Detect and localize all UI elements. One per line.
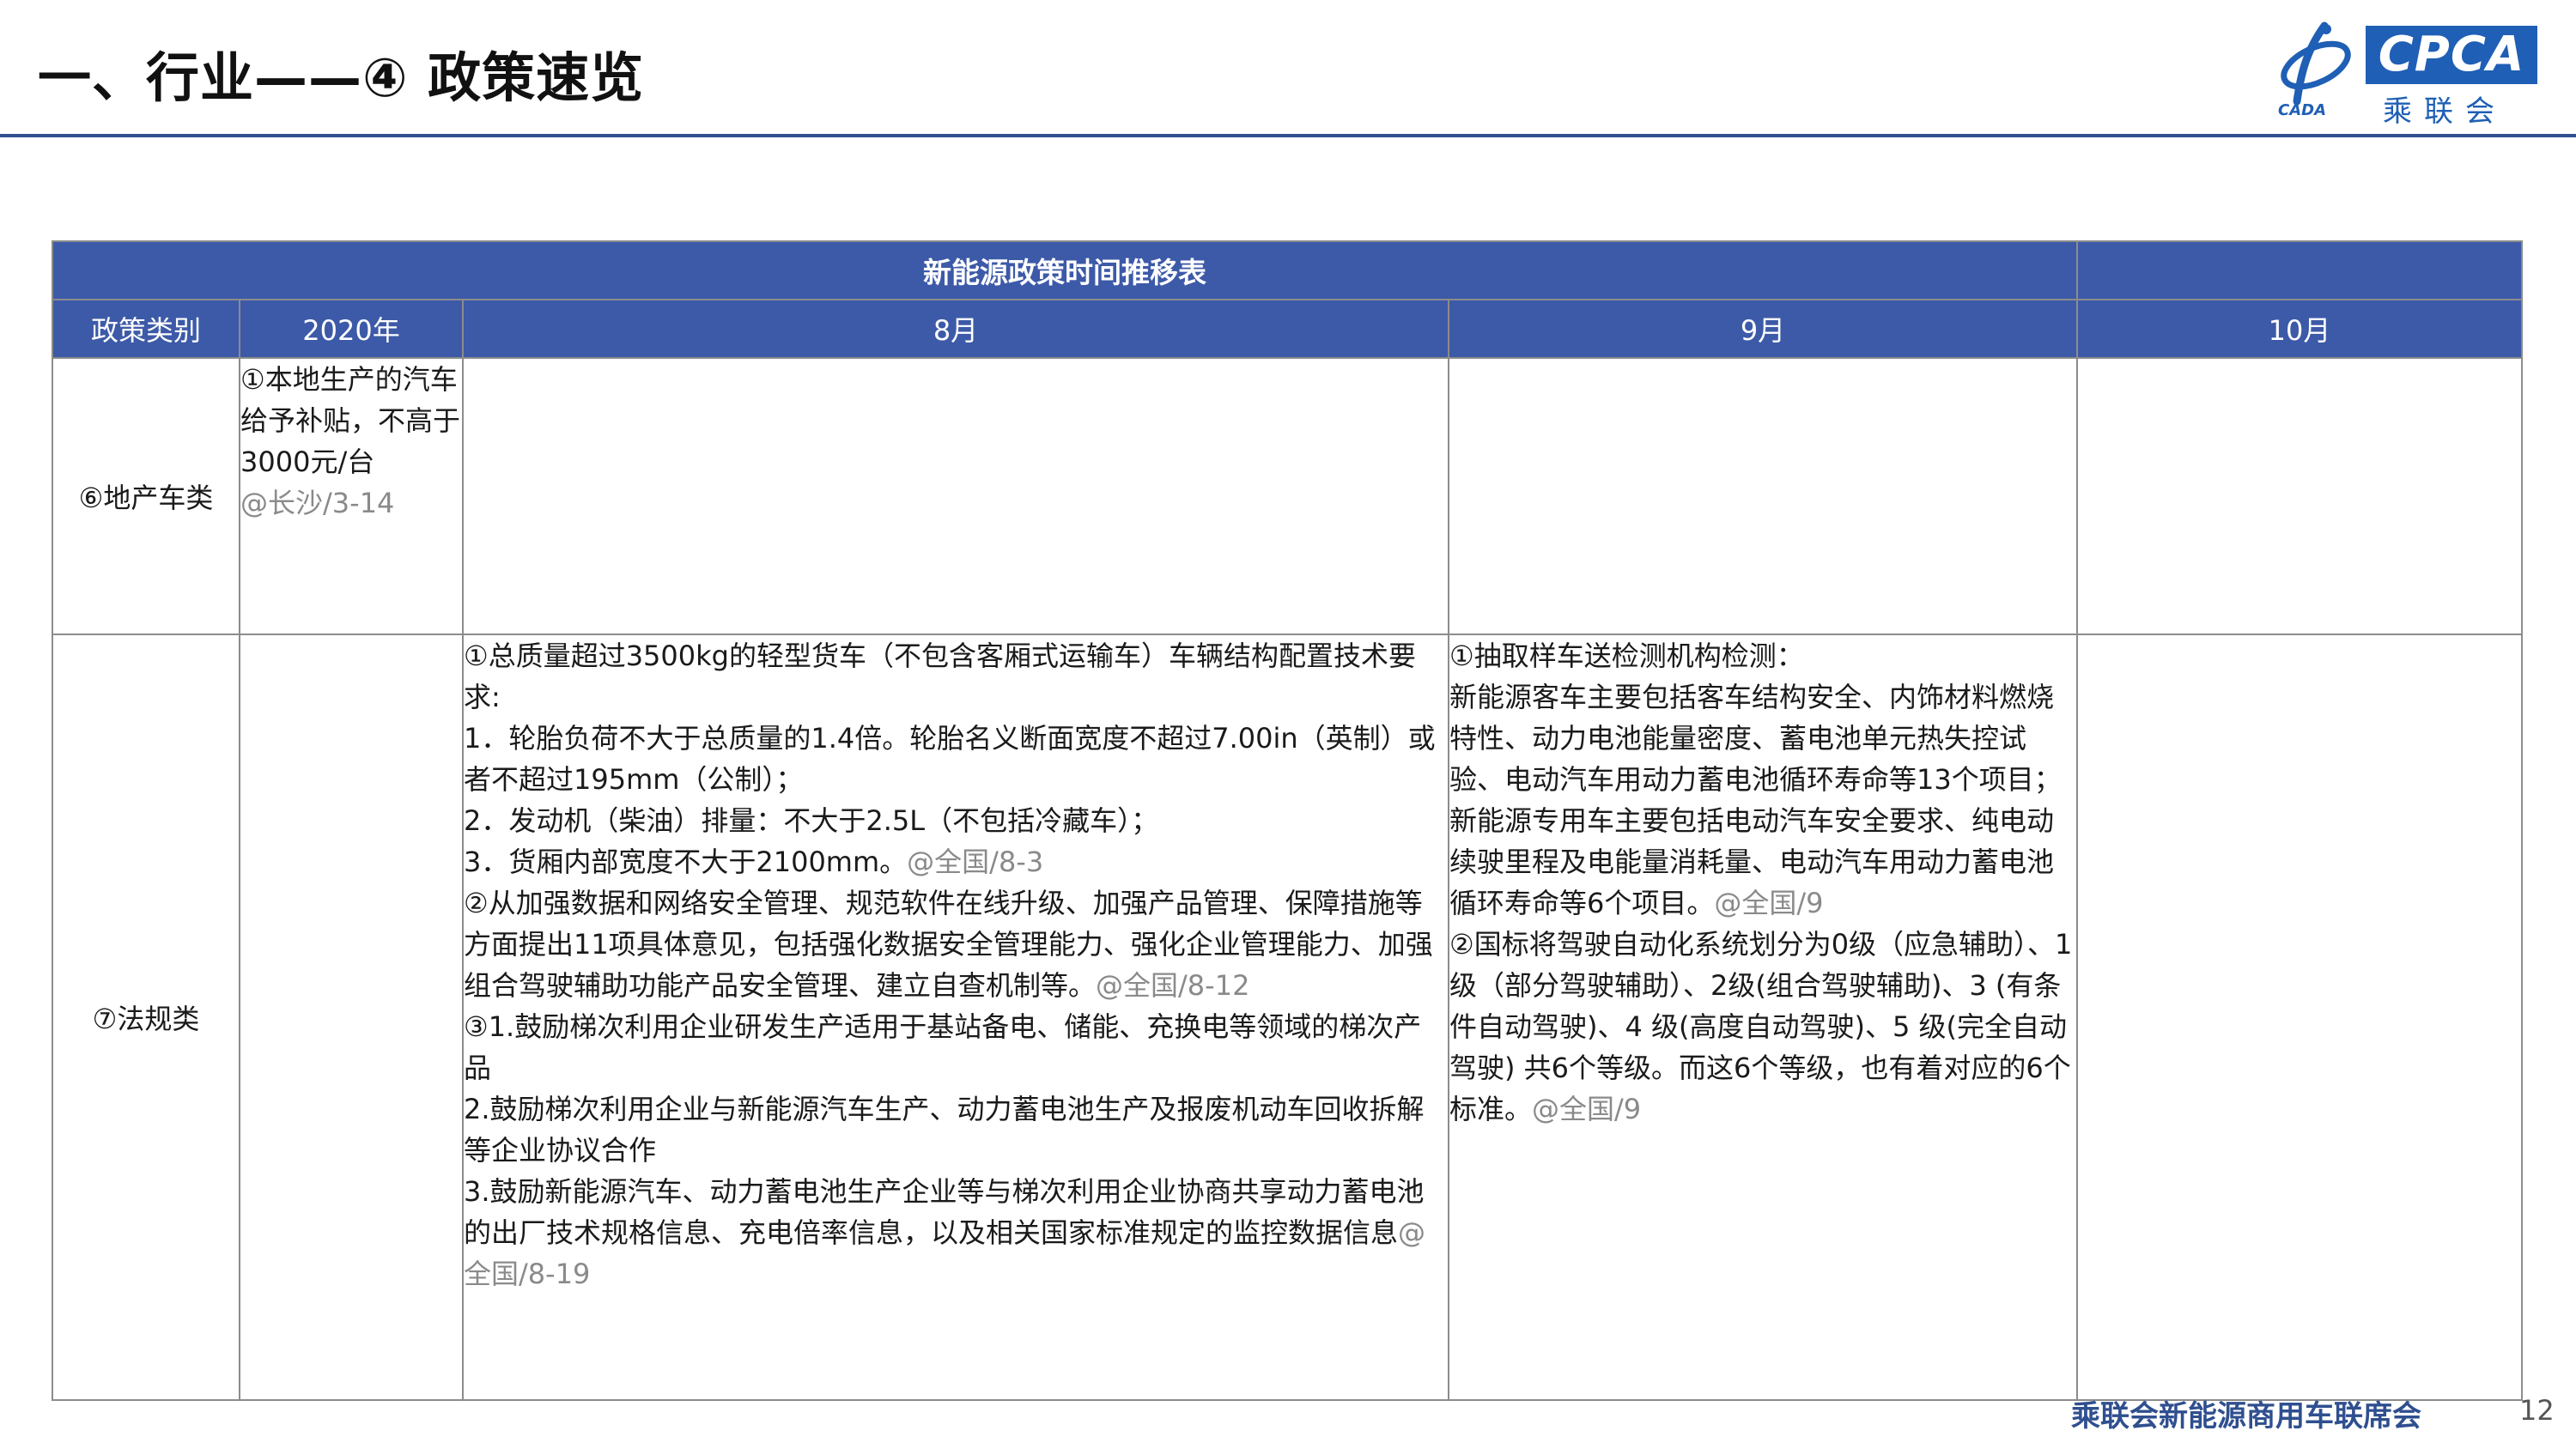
policy-item: ②从加强数据和网络安全管理、规范软件在线升级、加强产品管理、保障措施等方面提出1… bbox=[464, 882, 1448, 1006]
cell-2020: ①本地生产的汽车给予补贴，不高于3000元/台 @长沙/3-14 bbox=[239, 357, 464, 635]
cell-2020 bbox=[239, 634, 464, 1401]
policy-item: 新能源客车主要包括客车结构安全、内饰材料燃烧特性、动力电池能量密度、蓄电池单元热… bbox=[1449, 676, 2076, 924]
policy-item: ①总质量超过3500kg的轻型货车（不包含客厢式运输车）车辆结构配置技术要求: bbox=[464, 635, 1448, 718]
col-header-aug: 8月 bbox=[462, 299, 1449, 359]
logo-subtitle: 乘联会 bbox=[2383, 94, 2506, 129]
footer-organization: 乘联会新能源商用车联席会 bbox=[2071, 1399, 2421, 1434]
category-cell: ⑦法规类 bbox=[52, 634, 240, 1401]
policy-item: ③1.鼓励梯次利用企业研发生产适用于基站备电、储能、充换电等领域的梯次产品 bbox=[464, 1006, 1448, 1088]
col-header-oct: 10月 bbox=[2076, 299, 2523, 359]
table-title-blank bbox=[2076, 240, 2523, 300]
table-title-row: 新能源政策时间推移表 bbox=[52, 240, 2523, 300]
cpca-logo: CADA CPCA 乘联会 bbox=[2271, 17, 2555, 129]
policy-text: ③1.鼓励梯次利用企业研发生产适用于基站备电、储能、充换电等领域的梯次产品 bbox=[464, 1010, 1422, 1084]
policy-text: 2.鼓励梯次利用企业与新能源汽车生产、动力蓄电池生产及报废机动车回收拆解等企业协… bbox=[464, 1093, 1425, 1167]
policy-text: ①本地生产的汽车给予补贴，不高于3000元/台 bbox=[240, 363, 461, 478]
policy-text: 3.鼓励新能源汽车、动力蓄电池生产企业等与梯次利用企业协商共享动力蓄电池的出厂技… bbox=[464, 1175, 1425, 1249]
policy-text: 2．发动机（柴油）排量：不大于2.5L（不包括冷藏车）； bbox=[464, 804, 1159, 837]
policy-item: 3．货厢内部宽度不大于2100mm。@全国/8-3 bbox=[464, 841, 1448, 882]
table-row: ⑦法规类 ①总质量超过3500kg的轻型货车（不包含客厢式运输车）车辆结构配置技… bbox=[52, 634, 2523, 1401]
policy-ref: @全国/8-12 bbox=[1096, 969, 1250, 1002]
table-row: ⑥地产车类 ①本地生产的汽车给予补贴，不高于3000元/台 @长沙/3-14 bbox=[52, 357, 2523, 635]
policy-text: 新能源客车主要包括客车结构安全、内饰材料燃烧特性、动力电池能量密度、蓄电池单元热… bbox=[1449, 681, 2062, 919]
policy-item: 2.鼓励梯次利用企业与新能源汽车生产、动力蓄电池生产及报废机动车回收拆解等企业协… bbox=[464, 1088, 1448, 1171]
cell-oct bbox=[2076, 357, 2523, 635]
cell-sep: ①抽取样车送检测机构检测： 新能源客车主要包括客车结构安全、内饰材料燃烧特性、动… bbox=[1448, 634, 2078, 1401]
policy-ref: @全国/8-3 bbox=[907, 846, 1044, 878]
policy-item: 2．发动机（柴油）排量：不大于2.5L（不包括冷藏车）； bbox=[464, 800, 1448, 841]
col-header-2020: 2020年 bbox=[239, 299, 464, 359]
col-header-category: 政策类别 bbox=[52, 299, 240, 359]
cell-aug bbox=[462, 357, 1449, 635]
cell-aug: ①总质量超过3500kg的轻型货车（不包含客厢式运输车）车辆结构配置技术要求: … bbox=[462, 634, 1449, 1401]
policy-item: ①抽取样车送检测机构检测： bbox=[1449, 635, 2076, 676]
table-title: 新能源政策时间推移表 bbox=[52, 240, 2078, 300]
policy-text: 1．轮胎负荷不大于总质量的1.4倍。轮胎名义断面宽度不超过7.00in（英制）或… bbox=[464, 722, 1436, 796]
policy-text: 3．货厢内部宽度不大于2100mm。 bbox=[464, 846, 908, 878]
logo-tag: CADA bbox=[2278, 101, 2327, 119]
policy-ref: @长沙/3-14 bbox=[240, 487, 395, 519]
policy-ref: @全国/9 bbox=[1714, 887, 1824, 919]
table-header-row: 政策类别 2020年 8月 9月 10月 bbox=[52, 299, 2523, 359]
col-header-sep: 9月 bbox=[1448, 299, 2078, 359]
policy-text: ①总质量超过3500kg的轻型货车（不包含客厢式运输车）车辆结构配置技术要求: bbox=[464, 640, 1416, 713]
policy-text: ②从加强数据和网络安全管理、规范软件在线升级、加强产品管理、保障措施等方面提出1… bbox=[464, 887, 1433, 1002]
policy-item: 1．轮胎负荷不大于总质量的1.4倍。轮胎名义断面宽度不超过7.00in（英制）或… bbox=[464, 718, 1448, 800]
policy-ref: @全国/9 bbox=[1532, 1093, 1642, 1125]
policy-timeline-table: 新能源政策时间推移表 政策类别 2020年 8月 9月 10月 ⑥地产车类 ①本… bbox=[52, 240, 2523, 1401]
page-title: 一、行业——④ 政策速览 bbox=[38, 46, 645, 109]
logo-text: CPCA bbox=[2366, 26, 2537, 84]
policy-item: 3.鼓励新能源汽车、动力蓄电池生产企业等与梯次利用企业协商共享动力蓄电池的出厂技… bbox=[464, 1171, 1448, 1294]
title-divider bbox=[0, 134, 2576, 137]
policy-text: ①抽取样车送检测机构检测： bbox=[1449, 640, 1804, 672]
cell-sep bbox=[1448, 357, 2078, 635]
category-cell: ⑥地产车类 bbox=[52, 357, 240, 635]
page-number: 12 bbox=[2519, 1394, 2555, 1427]
cell-oct bbox=[2076, 634, 2523, 1401]
policy-item: ②国标将驾驶自动化系统划分为0级（应急辅助）、1级（部分驾驶辅助）、2级(组合驾… bbox=[1449, 924, 2076, 1130]
